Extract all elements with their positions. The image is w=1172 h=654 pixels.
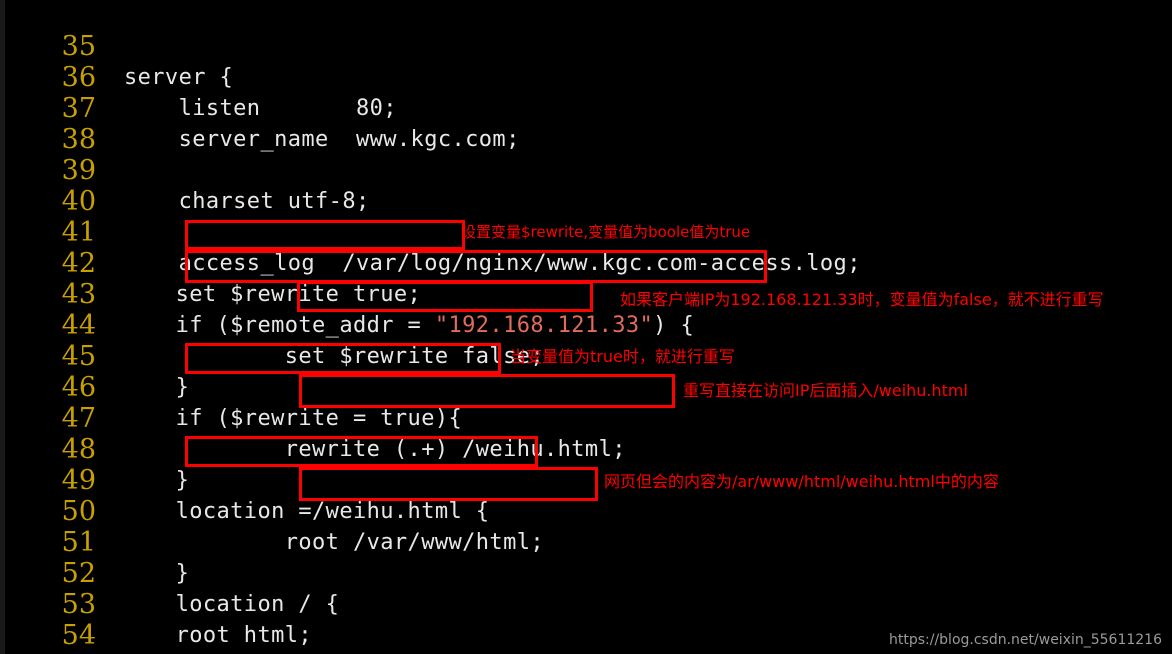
code-line: 45 }: [0, 310, 1172, 400]
code-line: 37 server_name www.kgc.com;: [0, 62, 1172, 152]
annotation-line-42: 设置变量$rewrite,变量值为boole值为true: [461, 223, 751, 241]
code-line: 43 if ($remote_addr = "192.168.121.33") …: [0, 248, 1172, 338]
annotation-line-50: 网页但会的内容为/ar/www/html/weihu.html中的内容: [604, 472, 999, 491]
annotation-line-44: 如果客户端IP为192.168.121.33时，变量值为false，就不进行重写: [620, 290, 1104, 309]
watermark-url: https://blog.csdn.net/weixin_55611216: [888, 632, 1162, 648]
code-line: 40: [0, 155, 1172, 217]
code-line: 39 charset utf-8;: [0, 124, 1172, 214]
annotation-line-47: 重写直接在访问IP后面插入/weihu.html: [683, 381, 968, 400]
code-line: 35 server {: [0, 0, 1172, 90]
code-line: 38: [0, 93, 1172, 155]
code-line: 54 index index.html index.htm;: [0, 589, 1172, 651]
code-line: 49 location =/weihu.html {: [0, 434, 1172, 524]
code-line: 41 access_log /var/log/nginx/www.kgc.com…: [0, 186, 1172, 276]
code-screenshot: 35 server { 36 listen 80; 37 server_name…: [0, 0, 1172, 654]
code-line: 48 }: [0, 403, 1172, 493]
code-line: 52 location / {: [0, 527, 1172, 617]
code-line: 51 }: [0, 496, 1172, 586]
code-listing: 35 server { 36 listen 80; 37 server_name…: [0, 0, 1172, 654]
code-line: 36 listen 80;: [0, 31, 1172, 121]
code-line: 47 rewrite (.+) /weihu.html;: [0, 372, 1172, 462]
code-line: 53 root html;: [0, 558, 1172, 648]
annotation-line-46: 当变量值为true时，就进行重写: [510, 347, 735, 366]
